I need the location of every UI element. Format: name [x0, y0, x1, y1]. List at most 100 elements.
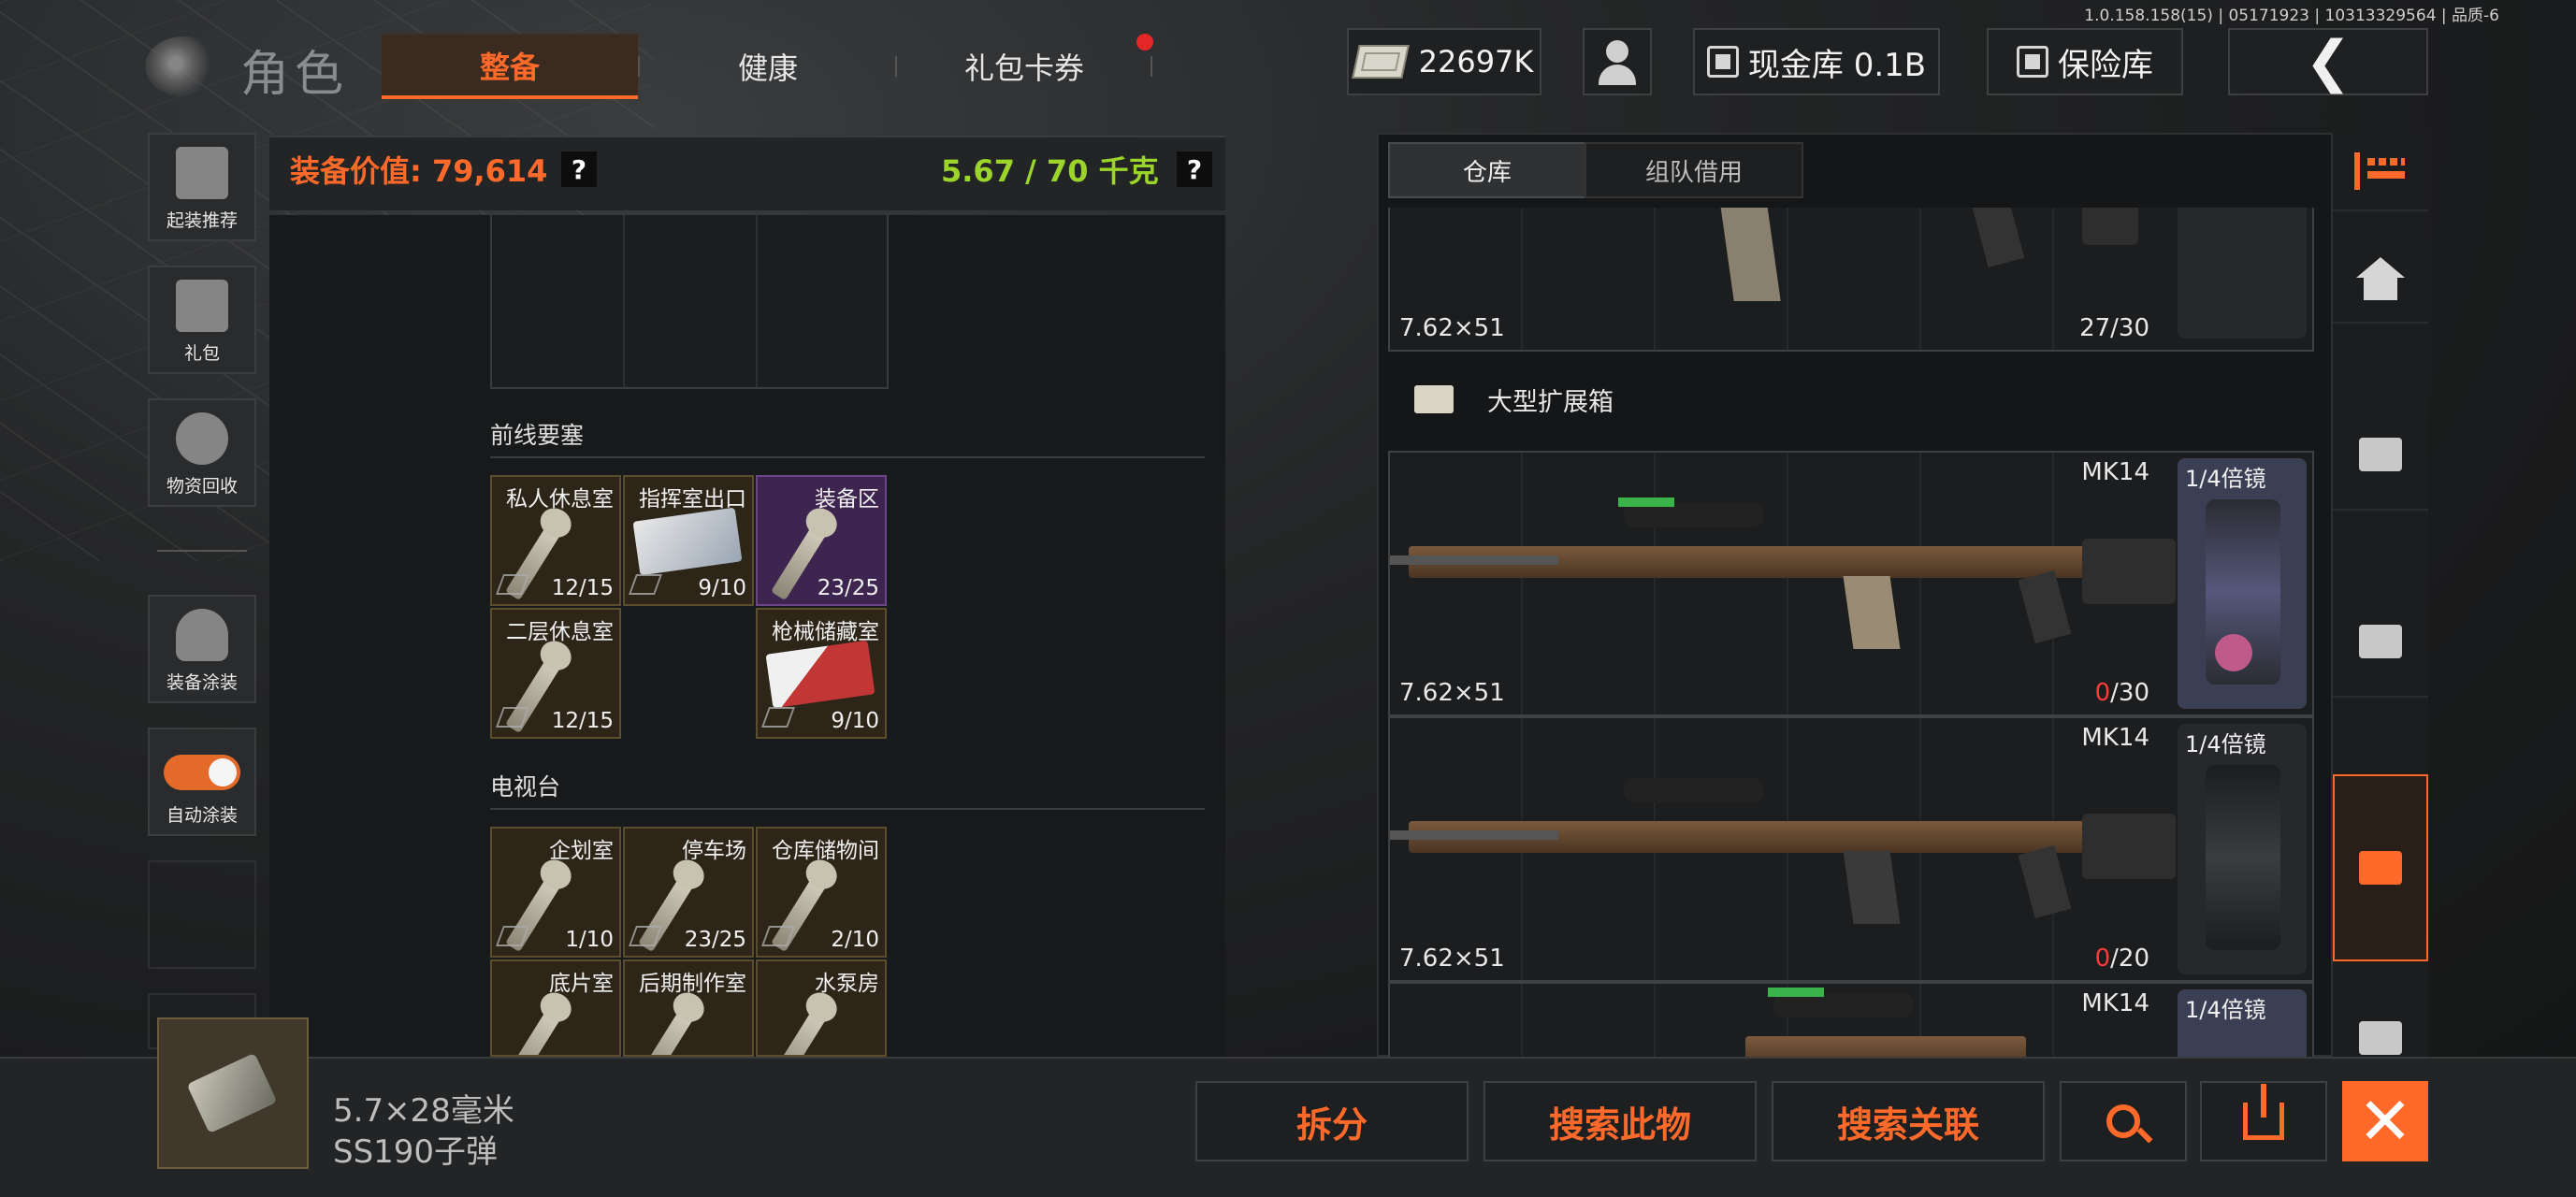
slot-count: 9/10	[698, 576, 746, 600]
close-button[interactable]: ✕	[2342, 1081, 2428, 1161]
agent-button[interactable]	[1583, 28, 1652, 95]
sidebar-empty-slot	[148, 860, 256, 969]
slot-count: 2/10	[831, 928, 879, 952]
weapon-item[interactable]: MK14 7.62×51 0/20 1/4倍镜	[1388, 716, 2314, 982]
slot-count: 12/15	[551, 576, 614, 600]
tag-icon	[628, 574, 663, 595]
safe-vault-label: 保险库	[2058, 46, 2153, 84]
box-icon	[2359, 851, 2402, 885]
cash-vault-button[interactable]: 现金库 0.1B	[1693, 28, 1940, 95]
role-title: 角色	[240, 47, 350, 103]
slot-name: 底片室	[549, 972, 614, 996]
expansion-box-icon	[1414, 385, 1454, 413]
safe-vault-button[interactable]: 保险库	[1987, 28, 2183, 95]
rifle-icon	[1390, 778, 2176, 924]
role-header: 角色	[145, 33, 360, 103]
scope-icon	[2206, 765, 2280, 950]
key-slot[interactable]: 后期制作室	[623, 959, 754, 1057]
sidebar-item-recycle[interactable]: 物资回收	[148, 398, 256, 507]
slot-name: 停车场	[682, 839, 746, 863]
slot-name: 仓库储物间	[772, 839, 879, 863]
search-item-button[interactable]: 搜索此物	[1483, 1081, 1757, 1161]
sidebar-item-auto-paint[interactable]: 自动涂装	[148, 728, 256, 836]
key-slot[interactable]: 企划室 1/10	[490, 827, 621, 958]
cash-vault-icon	[1706, 46, 1739, 78]
scope-attachment: 1/4倍镜	[2178, 989, 2307, 1057]
rifle-icon	[1390, 498, 2176, 649]
chevron-left-icon: ❮	[2304, 29, 2352, 94]
key-slot[interactable]: 底片室	[490, 959, 621, 1057]
scope-label: 1/4倍镜	[2185, 466, 2266, 492]
slot-name: 水泵房	[815, 972, 879, 996]
equipment-value: 装备价值: 79,614	[290, 153, 548, 189]
warehouse-tabs: 仓库 组队借用	[1388, 142, 1803, 198]
weapon-name: MK14	[2081, 458, 2149, 486]
weapon-ammo: 7.62×51	[1399, 314, 1505, 342]
category-box-selected[interactable]	[2333, 774, 2428, 961]
split-button[interactable]: 拆分	[1195, 1081, 1469, 1161]
item-grid-top	[490, 215, 889, 389]
scope-attachment: 1/4倍镜	[2178, 724, 2307, 974]
sidebar-item-label: 装备涂装	[166, 672, 238, 693]
section-title: 电视台	[490, 773, 561, 800]
scope-label: 1/4倍镜	[2185, 731, 2266, 757]
weapon-ammo: 7.62×51	[1399, 679, 1505, 707]
close-icon: ✕	[2357, 1083, 2413, 1160]
key-slot[interactable]: 二层休息室 12/15	[490, 608, 621, 739]
weapon-item[interactable]: MK14 7.62×51 0/30 1/4倍镜	[1388, 451, 2314, 716]
tab-warehouse[interactable]: 仓库	[1388, 142, 1586, 198]
back-button[interactable]: ❮	[2228, 28, 2428, 95]
category-box-1[interactable]	[2333, 400, 2428, 511]
keycard-slot[interactable]: 枪械储藏室 9/10	[756, 608, 887, 739]
scope-label: 1/4倍镜	[2185, 997, 2266, 1023]
search-icon	[2106, 1104, 2140, 1138]
weapon-name: MK14	[2081, 989, 2149, 1017]
sidebar-item-label: 物资回收	[166, 476, 238, 497]
currency-display[interactable]: 22697K	[1347, 28, 1541, 95]
upload-button[interactable]	[2200, 1081, 2327, 1161]
sidebar-item-gift[interactable]: 礼包	[148, 266, 256, 374]
keycard-slot[interactable]: 指挥室出口 9/10	[623, 475, 754, 606]
category-box-4[interactable]	[2333, 963, 2428, 1057]
weapon-name: MK14	[2081, 724, 2149, 752]
auto-paint-toggle[interactable]	[164, 755, 240, 790]
weapon-item[interactable]: MK14 1/4倍镜	[1388, 982, 2314, 1057]
gift-icon	[176, 280, 228, 332]
scope-icon	[2178, 208, 2307, 339]
key-icon	[505, 1005, 563, 1055]
upload-icon	[2243, 1084, 2284, 1140]
tab-divider	[895, 56, 897, 77]
category-home[interactable]	[2333, 213, 2428, 324]
cash-vault-label: 现金库 0.1B	[1747, 46, 1927, 84]
category-box-2[interactable]	[2333, 587, 2428, 698]
slot-name: 枪械储藏室	[772, 620, 879, 644]
key-slot[interactable]: 仓库储物间 2/10	[756, 827, 887, 958]
slot-name: 指挥室出口	[639, 487, 746, 512]
key-slot[interactable]: 私人休息室 12/15	[490, 475, 621, 606]
tab-team-borrow[interactable]: 组队借用	[1585, 142, 1803, 198]
sidebar-item-paint[interactable]: 装备涂装	[148, 595, 256, 703]
key-slot[interactable]: 停车场 23/25	[623, 827, 754, 958]
sort-button[interactable]	[2333, 133, 2428, 211]
key-slot[interactable]: 水泵房	[756, 959, 887, 1057]
slot-name: 装备区	[815, 487, 879, 512]
search-button[interactable]	[2060, 1081, 2187, 1161]
sidebar-item-loadout[interactable]: 起装推荐	[148, 133, 256, 241]
tab-health[interactable]: 健康	[642, 34, 894, 99]
section-divider	[490, 808, 1205, 810]
currency-value: 22697K	[1418, 44, 1534, 79]
tab-gift-cards[interactable]: 礼包卡券	[898, 34, 1151, 99]
weapon-item[interactable]: 7.62×51 27/30	[1388, 208, 2314, 352]
sidebar-item-label: 起装推荐	[166, 210, 238, 231]
helmet-icon	[176, 609, 228, 661]
weapon-count: 0/30	[2094, 679, 2149, 707]
section-divider	[490, 456, 1205, 458]
key-slot[interactable]: 装备区 23/25	[756, 475, 887, 606]
slot-count: 9/10	[831, 709, 879, 733]
tab-equipment[interactable]: 整备	[382, 34, 638, 99]
weight-help-button[interactable]: ?	[1177, 151, 1212, 187]
search-related-button[interactable]: 搜索关联	[1772, 1081, 2045, 1161]
sidebar-item-label: 自动涂装	[166, 805, 238, 826]
value-help-button[interactable]: ?	[561, 151, 597, 187]
slot-name: 二层休息室	[506, 620, 614, 644]
